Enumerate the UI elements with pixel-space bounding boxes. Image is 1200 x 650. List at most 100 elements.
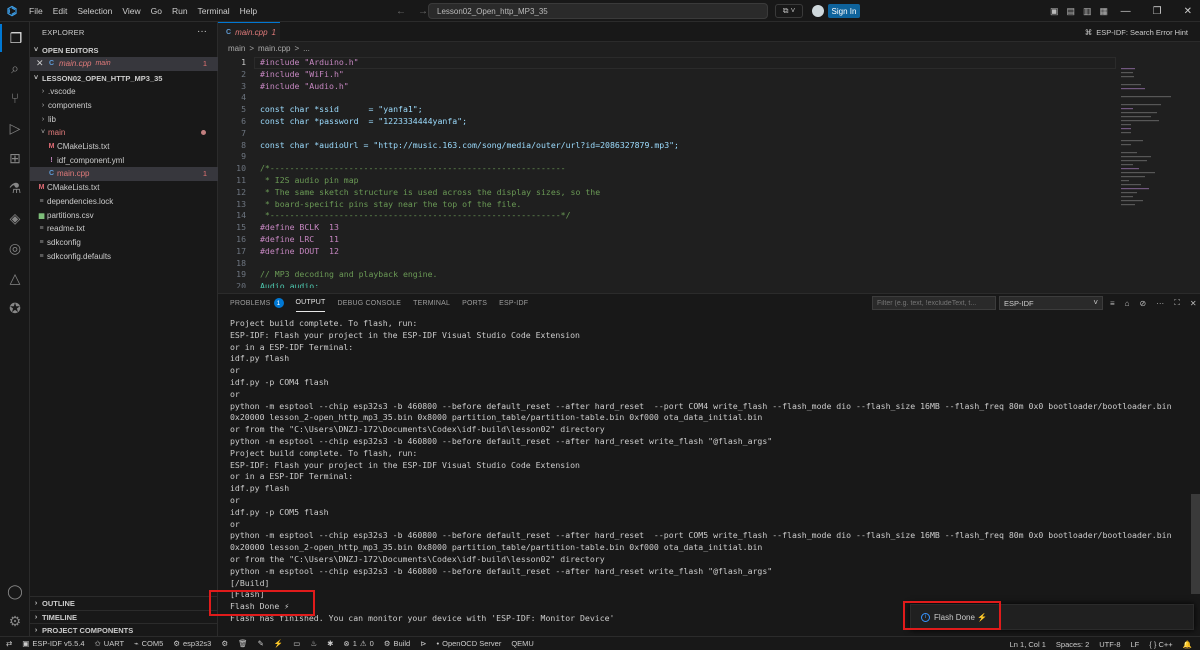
clean-icon[interactable]: 🗑 — [238, 639, 248, 648]
account-icon[interactable] — [812, 5, 824, 17]
tree-item-idf-component[interactable]: ! idf_component.yml — [30, 154, 218, 168]
lock-icon[interactable]: ⌂ — [1125, 299, 1130, 308]
back-arrow-icon[interactable]: ← — [396, 6, 406, 17]
debug-icon[interactable]: ✱ — [327, 639, 333, 648]
toggle-secondary-sidebar-icon[interactable]: ▥ — [1083, 6, 1092, 17]
tab-output[interactable]: OUTPUT — [295, 294, 326, 312]
cmake-icon[interactable]: △ — [0, 264, 30, 292]
project-components-header[interactable]: › PROJECT COMPONENTS — [30, 623, 218, 636]
status-encoding[interactable]: UTF-8 — [1099, 640, 1120, 649]
remote-icon[interactable]: ◎ — [0, 234, 30, 262]
menu-help[interactable]: Help — [235, 0, 262, 22]
accounts-icon[interactable]: ◯ — [0, 577, 30, 605]
outline-header[interactable]: › OUTLINE — [30, 596, 218, 609]
status-eol[interactable]: LF — [1131, 640, 1140, 649]
tree-item-sdkconfig-defaults[interactable]: ≡ sdkconfig.defaults — [30, 250, 218, 264]
tree-item-cmakelists[interactable]: M CMakeLists.txt — [30, 181, 218, 195]
status-language[interactable]: { } C++ — [1149, 640, 1172, 649]
open-editor-main-cpp[interactable]: ✕ C main.cpp main 1 — [30, 57, 218, 71]
status-spaces[interactable]: Spaces: 2 — [1056, 640, 1089, 649]
run-debug-icon[interactable]: ▷ — [0, 114, 30, 142]
output-channel-select[interactable]: ESP-IDF ˅ — [999, 296, 1103, 310]
close-window-icon[interactable]: ✕ — [1184, 6, 1192, 17]
close-icon[interactable]: ✕ — [36, 58, 46, 69]
explorer-icon[interactable]: ❐ — [0, 24, 30, 52]
monitor-icon[interactable]: ▭ — [293, 639, 300, 648]
open-editors-header[interactable]: ˅ OPEN EDITORS — [30, 44, 218, 57]
source-control-icon[interactable]: ⑂ — [0, 84, 30, 112]
menu-edit[interactable]: Edit — [48, 0, 73, 22]
tree-item-sdkconfig[interactable]: ≡ sdkconfig — [30, 236, 218, 250]
tab-debug-console[interactable]: DEBUG CONSOLE — [337, 294, 401, 312]
more-actions-icon[interactable]: ··· — [1156, 299, 1164, 308]
menu-terminal[interactable]: Terminal — [193, 0, 235, 22]
menu-go[interactable]: Go — [146, 0, 167, 22]
menu-run[interactable]: Run — [167, 0, 193, 22]
extensions-icon[interactable]: ⊞ — [0, 144, 30, 172]
breadcrumb-folder[interactable]: main — [228, 44, 245, 53]
sign-in-button[interactable]: Sign In — [828, 4, 860, 18]
project-header[interactable]: ˅ LESSON02_OPEN_HTTP_MP3_35 — [30, 72, 218, 85]
settings-icon[interactable]: ⚙ — [221, 639, 228, 648]
output-scrollbar[interactable] — [1191, 494, 1200, 594]
menu-selection[interactable]: Selection — [72, 0, 117, 22]
tree-item-components[interactable]: › components — [30, 99, 218, 113]
output-filter-input[interactable] — [872, 296, 996, 310]
status-qemu[interactable]: QEMU — [511, 639, 534, 648]
esp-idf-error-hint-button[interactable]: ⌘ ESP-IDF: Search Error Hint — [1085, 22, 1188, 42]
menu-file[interactable]: File — [24, 0, 48, 22]
tree-item-readme[interactable]: ≡ readme.txt — [30, 222, 218, 236]
tab-terminal[interactable]: TERMINAL — [413, 294, 450, 312]
forward-arrow-icon[interactable]: → — [418, 6, 428, 17]
customize-layout-icon[interactable]: ▦ — [1100, 6, 1109, 17]
status-uart[interactable]: ✩ UART — [95, 639, 125, 648]
minimize-icon[interactable]: — — [1121, 6, 1131, 17]
testing-icon[interactable]: ⚗ — [0, 174, 30, 202]
tab-main-cpp[interactable]: C main.cpp 1 — [218, 22, 280, 42]
terminal-icon[interactable]: ⊳ — [420, 639, 426, 648]
breadcrumb-file[interactable]: main.cpp — [258, 44, 290, 53]
tree-item-main-cmakelists[interactable]: M CMakeLists.txt — [30, 140, 218, 154]
copilot-icon[interactable]: ⧉ ˅ — [775, 4, 803, 18]
status-port[interactable]: ⌁ COM5 — [134, 639, 163, 648]
minimap[interactable] — [1115, 56, 1185, 216]
command-center-search[interactable]: Lesson02_Open_http_MP3_35 — [428, 3, 768, 19]
toggle-primary-sidebar-icon[interactable]: ▣ — [1050, 6, 1059, 17]
status-build[interactable]: ⚙ Build — [384, 639, 410, 648]
status-openocd[interactable]: • OpenOCD Server — [436, 639, 501, 648]
toggle-panel-icon[interactable]: ▤ — [1067, 6, 1076, 17]
breadcrumb-symbol[interactable]: ... — [303, 44, 310, 53]
maximize-panel-icon[interactable]: ⛶ — [1174, 298, 1180, 308]
status-idf-version[interactable]: ▣ ESP-IDF v5.5.4 — [22, 639, 84, 648]
tree-item-partitions-csv[interactable]: ▦ partitions.csv — [30, 209, 218, 223]
esp-idf-icon[interactable]: ✪ — [0, 294, 30, 322]
tree-item-main-cpp[interactable]: C main.cpp 1 — [30, 167, 218, 181]
problems-indicator[interactable]: ⊗ 1 ⚠ 0 — [343, 639, 373, 648]
list-icon[interactable]: ≡ — [1110, 299, 1115, 308]
status-cursor[interactable]: Ln 1, Col 1 — [1010, 640, 1046, 649]
wrench-icon[interactable]: ✎ — [258, 639, 264, 648]
tab-esp-idf[interactable]: ESP-IDF — [499, 294, 528, 312]
more-actions-icon[interactable]: ··· — [197, 26, 207, 37]
remote-indicator-icon[interactable]: ⇄ — [6, 639, 12, 648]
clear-icon[interactable]: ⊘ — [1140, 299, 1147, 308]
timeline-header[interactable]: › TIMELINE — [30, 610, 218, 623]
tree-item-vscode[interactable]: › .vscode — [30, 85, 218, 99]
output-log[interactable]: Project build complete. To flash, run: ES… — [218, 318, 1200, 637]
tab-ports[interactable]: PORTS — [462, 294, 487, 312]
menu-view[interactable]: View — [117, 0, 145, 22]
tree-item-dependencies-lock[interactable]: ≡ dependencies.lock — [30, 195, 218, 209]
restore-icon[interactable]: ❐ — [1153, 6, 1162, 17]
python-icon[interactable]: ◈ — [0, 204, 30, 232]
flash-icon[interactable]: ⚡ — [274, 639, 283, 648]
code-editor[interactable]: 1 #include "Arduino.h" 2 #include "WiFi.h" 3… — [218, 56, 1200, 288]
tab-problems[interactable]: PROBLEMS 1 — [230, 294, 284, 312]
status-target[interactable]: ⚙ esp32s3 — [173, 639, 211, 648]
bell-icon[interactable]: 🔔 — [1183, 640, 1192, 649]
tree-item-lib[interactable]: › lib — [30, 113, 218, 127]
fire-icon[interactable]: ♨ — [310, 639, 317, 648]
tree-item-main[interactable]: ˅ main — [30, 126, 218, 140]
settings-gear-icon[interactable]: ⚙ — [0, 607, 30, 635]
close-panel-icon[interactable]: ✕ — [1190, 299, 1197, 308]
search-icon[interactable]: ⌕ — [0, 54, 30, 82]
